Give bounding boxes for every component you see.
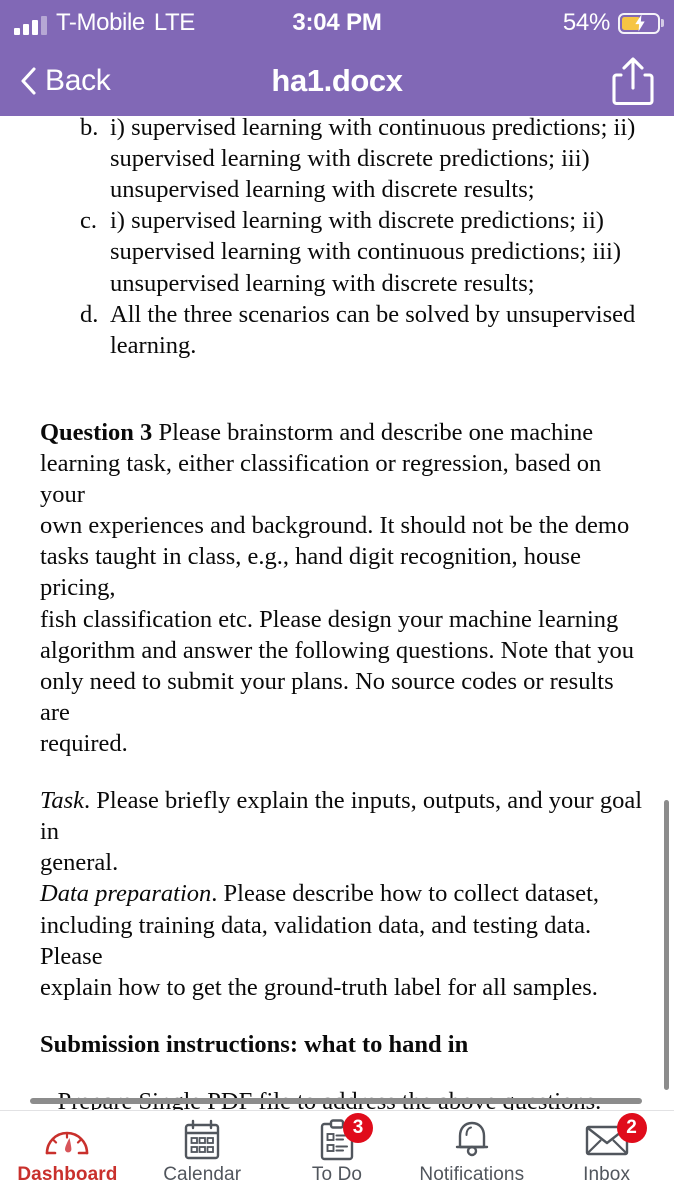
answer-choices-list: b. i) supervised learning with continuou… [40, 116, 644, 361]
tab-todo[interactable]: 3 To Do [270, 1111, 405, 1200]
tab-icon-wrap [452, 1119, 492, 1161]
share-icon [612, 57, 654, 106]
tab-label-todo: To Do [311, 1164, 363, 1185]
app-screen: T-Mobile LTE 3:04 PM 54% Back ha1.docx b… [0, 0, 674, 1200]
gauge-icon [46, 1131, 89, 1155]
tab-calendar[interactable]: Calendar [135, 1111, 270, 1200]
status-bar-left: T-Mobile LTE [14, 11, 195, 35]
list-item: c. i) supervised learning with discrete … [40, 205, 644, 298]
tab-label-notifications: Notifications [419, 1164, 525, 1185]
list-item: b. i) supervised learning with continuou… [40, 116, 644, 205]
document-viewport[interactable]: supervised learning with discrete predic… [0, 116, 674, 1116]
choice-body: All the three scenarios can be solved by… [110, 300, 636, 359]
tab-inbox[interactable]: 2 Inbox [539, 1111, 674, 1200]
back-button-label: Back [45, 64, 111, 97]
tab-label-dashboard: Dashboard [17, 1164, 118, 1185]
document-page: supervised learning with discrete predic… [0, 116, 674, 1116]
battery-percent-label: 54% [562, 9, 610, 36]
tab-dashboard[interactable]: Dashboard [0, 1111, 135, 1200]
choice-body: i) supervised learning with continuous p… [110, 116, 636, 204]
tab-label-calendar: Calendar [163, 1164, 242, 1185]
battery-icon [618, 12, 660, 34]
choice-body: i) supervised learning with discrete pre… [110, 207, 622, 297]
network-type-label: LTE [153, 9, 195, 36]
question-3-paragraph: Question 3 Please brainstorm and describ… [40, 418, 635, 757]
tab-icon-wrap: 3 [319, 1113, 373, 1161]
choice-marker: b. [80, 116, 99, 141]
navigation-bar: Back ha1.docx [0, 46, 674, 116]
choice-marker: d. [80, 300, 99, 328]
status-badge: 2 [616, 1113, 647, 1143]
data-preparation-label: Data preparation [40, 880, 212, 908]
tab-notifications[interactable]: Notifications [404, 1111, 539, 1200]
back-button[interactable]: Back [20, 66, 111, 96]
status-badge: 3 [342, 1113, 373, 1143]
chevron-left-icon [21, 67, 36, 95]
status-bar: T-Mobile LTE 3:04 PM 54% [0, 0, 674, 46]
horizontal-scrollbar[interactable] [30, 1098, 642, 1104]
cellular-signal-icon [14, 16, 47, 35]
bell-icon [455, 1121, 488, 1157]
carrier-label: T-Mobile [56, 9, 145, 36]
calendar-icon [184, 1119, 220, 1160]
tab-icon-wrap [44, 1119, 90, 1161]
tab-icon-wrap: 2 [585, 1113, 647, 1161]
bottom-tab-bar: Dashboard Calendar 3 To Do Notifications… [0, 1110, 674, 1200]
share-button[interactable] [612, 56, 654, 106]
submission-heading: Submission instructions: what to hand in [40, 1030, 469, 1058]
task-label: Task [40, 787, 85, 815]
data-preparation-paragraph: Data preparation. Please describe how to… [40, 880, 600, 1001]
charging-bolt-icon [635, 14, 645, 32]
vertical-scrollbar[interactable] [664, 800, 669, 1090]
question-3-label: Question 3 [40, 418, 153, 446]
status-bar-right: 54% [563, 9, 660, 37]
tab-label-inbox: Inbox [583, 1164, 631, 1185]
choice-marker: c. [80, 207, 97, 235]
tab-icon-wrap [182, 1119, 222, 1161]
task-paragraph: Task. Please briefly explain the inputs,… [40, 787, 642, 877]
list-item: d. All the three scenarios can be solved… [40, 299, 644, 361]
